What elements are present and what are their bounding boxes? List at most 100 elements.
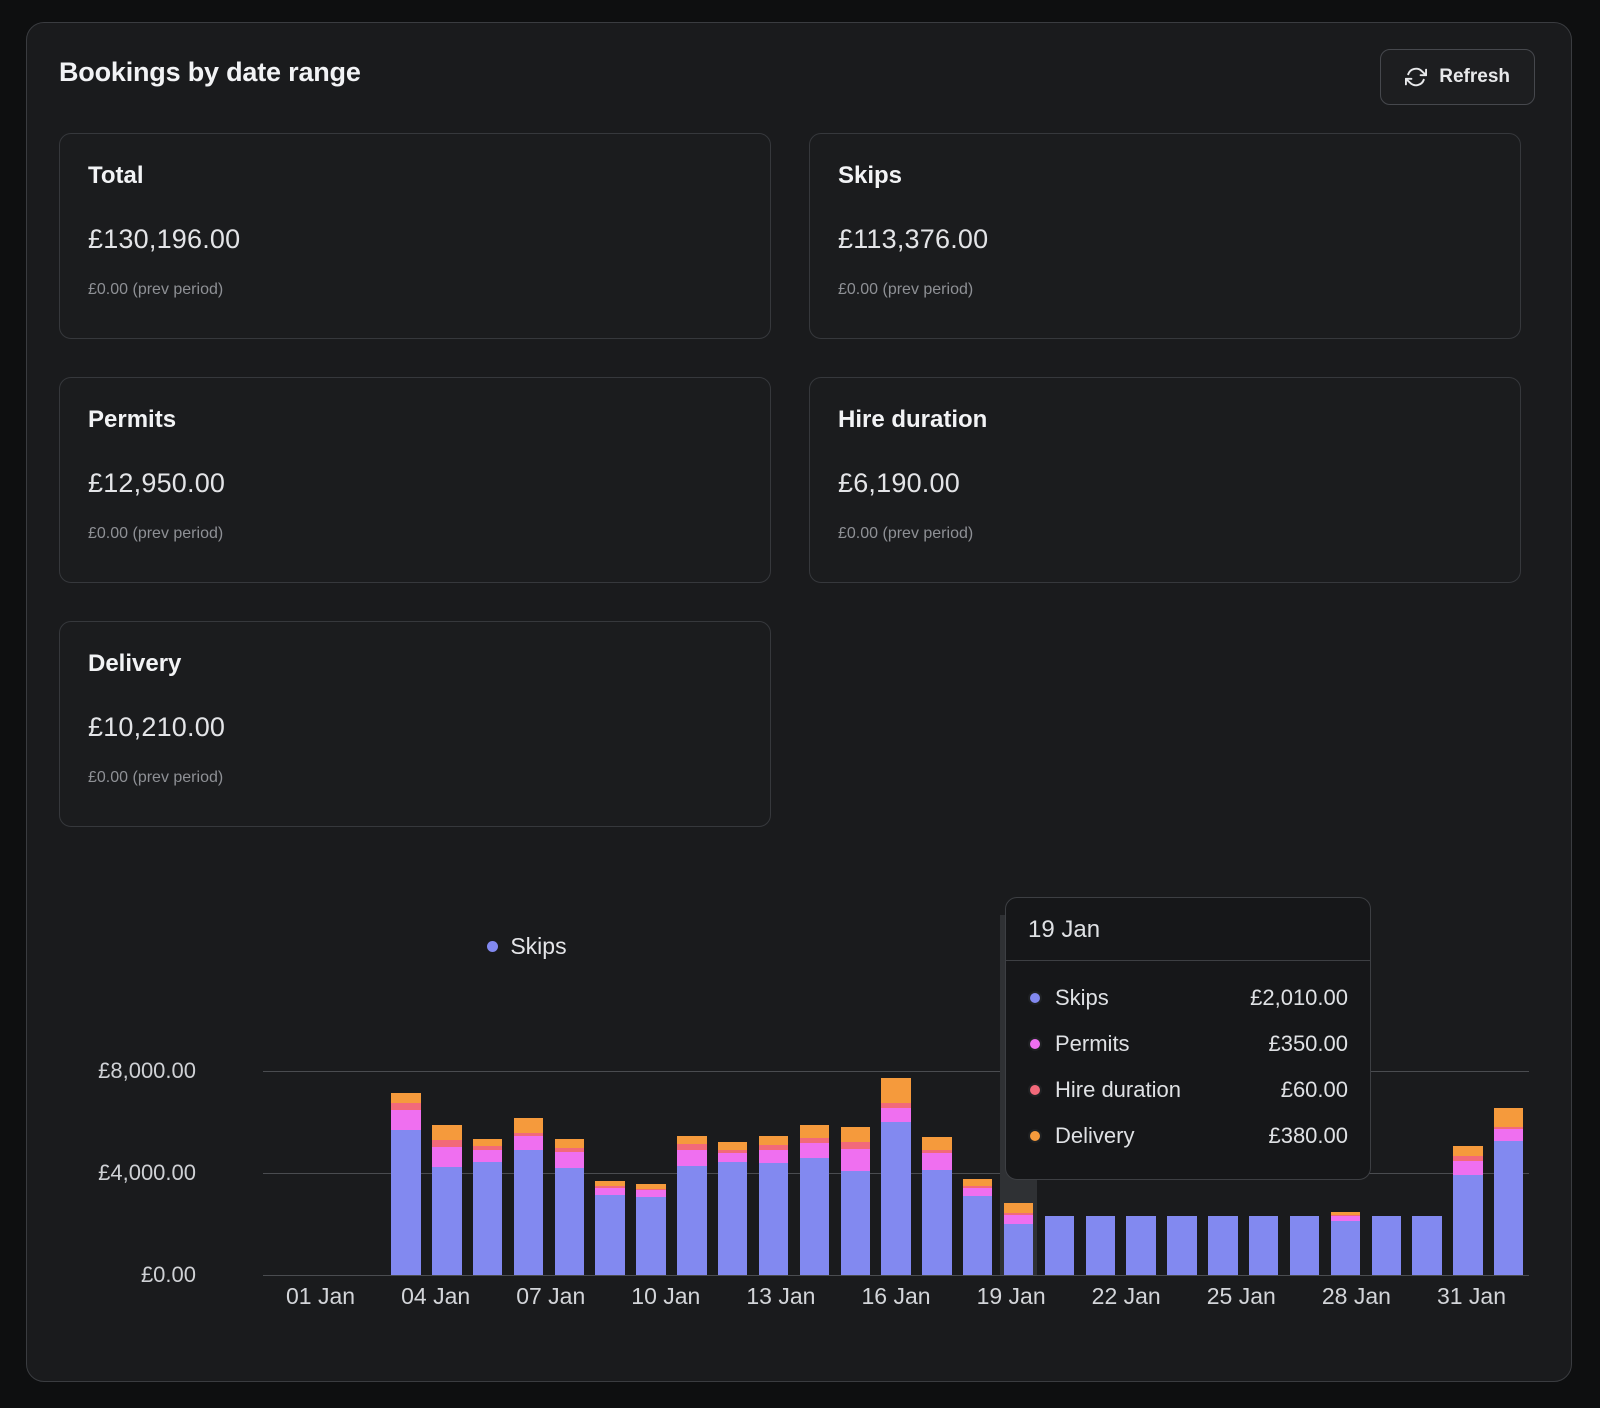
refresh-icon [1405, 66, 1428, 88]
stacked-bar[interactable] [391, 1093, 421, 1275]
y-axis-tick-label: £0.00 [140, 1262, 196, 1287]
stacked-bar[interactable] [472, 1138, 503, 1275]
stacked-bar[interactable] [1289, 1216, 1320, 1275]
stat-card-delivery: Delivery £10,210.00 £0.00 (prev period) [59, 621, 771, 827]
stacked-bar[interactable] [677, 1135, 707, 1275]
stacked-bar[interactable] [1208, 1216, 1238, 1275]
bar-column[interactable] [876, 1045, 917, 1275]
bar-segment-skips [1330, 1220, 1361, 1275]
bar-segment-skips [1371, 1216, 1401, 1275]
bar-segment-skips [1453, 1174, 1483, 1275]
bar-segment-permits [758, 1149, 789, 1163]
stat-card-total: Total £130,196.00 £0.00 (prev period) [59, 133, 771, 339]
x-axis-tick-label: 04 Jan [401, 1283, 471, 1309]
bar-column[interactable] [671, 1045, 712, 1275]
bar-column[interactable] [1407, 1045, 1448, 1275]
bar-column[interactable] [957, 1045, 998, 1275]
bar-column[interactable] [1488, 1045, 1529, 1275]
stacked-bar[interactable] [922, 1136, 952, 1275]
stacked-bar[interactable] [758, 1135, 789, 1275]
bar-segment-skips [472, 1161, 503, 1275]
legend-item-skips[interactable]: Skips [487, 933, 567, 960]
stacked-bar[interactable] [636, 1183, 666, 1275]
bar-column[interactable] [345, 1045, 386, 1275]
bar-segment-permits [799, 1143, 830, 1158]
tooltip-series-value: £350.00 [1268, 1031, 1348, 1056]
stacked-bar[interactable] [1044, 1216, 1075, 1275]
bar-segment-permits [513, 1135, 544, 1151]
page-root: Bookings by date range Refresh Total £13… [0, 0, 1600, 1408]
bar-segment-permits [1003, 1214, 1034, 1224]
bar-segment-permits [432, 1146, 462, 1167]
tooltip-row: Hire duration £60.00 [1028, 1067, 1348, 1113]
stacked-bar[interactable] [840, 1127, 870, 1275]
bar-segment-permits [677, 1150, 707, 1167]
x-axis-tick-label: 16 Jan [861, 1283, 931, 1309]
bar-segment-delivery [677, 1135, 707, 1145]
stacked-bar[interactable] [595, 1180, 625, 1275]
stacked-bar[interactable] [1412, 1216, 1442, 1275]
stacked-bar[interactable] [963, 1179, 993, 1275]
stacked-bar[interactable] [1371, 1216, 1401, 1275]
stacked-bar[interactable] [1494, 1108, 1524, 1275]
bar-segment-permits [963, 1187, 993, 1197]
stat-card-permits: Permits £12,950.00 £0.00 (prev period) [59, 377, 771, 583]
bar-column[interactable] [590, 1045, 631, 1275]
stacked-bar[interactable] [1248, 1216, 1279, 1275]
bar-segment-skips [758, 1162, 789, 1275]
bar-segment-delivery [554, 1139, 585, 1148]
stacked-bar[interactable] [554, 1139, 585, 1275]
stacked-bar[interactable] [1167, 1216, 1197, 1275]
stacked-bar[interactable] [1085, 1216, 1115, 1275]
bar-segment-permits [922, 1153, 952, 1171]
bar-column[interactable] [794, 1045, 835, 1275]
stacked-bar[interactable] [513, 1117, 544, 1275]
bar-column[interactable] [753, 1045, 794, 1275]
bar-segment-skips [718, 1161, 748, 1275]
stat-card-prev: £0.00 (prev period) [838, 281, 974, 298]
bar-column[interactable] [549, 1045, 590, 1275]
bar-segment-skips [1208, 1216, 1238, 1275]
chart-x-axis: 01 Jan 04 Jan 07 Jan 10 Jan 13 Jan 16 Jan 19 J… [263, 1283, 1529, 1310]
bar-column[interactable] [1366, 1045, 1407, 1275]
bar-segment-skips [1248, 1216, 1279, 1275]
bar-column[interactable] [304, 1045, 345, 1275]
bar-segment-skips [677, 1166, 707, 1275]
bar-column[interactable] [386, 1045, 427, 1275]
stat-card-title: Skips [838, 162, 903, 189]
bar-column[interactable] [508, 1045, 549, 1275]
x-axis-tick-label: 07 Jan [516, 1283, 586, 1309]
gridline [263, 1275, 1529, 1276]
stacked-bar[interactable] [1453, 1146, 1483, 1275]
refresh-button[interactable]: Refresh [1380, 49, 1535, 105]
bar-column[interactable] [631, 1045, 672, 1275]
bar-column[interactable] [467, 1045, 508, 1275]
bar-column[interactable] [426, 1045, 467, 1275]
stacked-bar[interactable] [1330, 1211, 1361, 1275]
stacked-bar[interactable] [432, 1125, 462, 1275]
bar-column[interactable] [712, 1045, 753, 1275]
bar-segment-permits [840, 1148, 870, 1171]
tooltip-row: Delivery £380.00 [1028, 1113, 1348, 1159]
bar-column[interactable] [263, 1045, 304, 1275]
stacked-bar[interactable] [718, 1142, 748, 1275]
tooltip-series-label: Permits [1055, 1031, 1130, 1056]
bar-segment-hire-duration [432, 1139, 462, 1147]
stacked-bar[interactable] [1126, 1216, 1156, 1275]
stat-card-value: £130,196.00 [88, 224, 241, 254]
stacked-bar[interactable] [799, 1124, 830, 1275]
stacked-bar[interactable] [1003, 1203, 1034, 1275]
x-axis-tick-label: 25 Jan [1206, 1283, 1276, 1309]
bar-segment-delivery [922, 1136, 952, 1151]
bar-segment-delivery [1003, 1203, 1034, 1214]
stacked-bar[interactable] [881, 1078, 911, 1275]
legend-dot-skips [487, 941, 499, 952]
bar-segment-delivery [758, 1135, 789, 1145]
bar-segment-skips [391, 1130, 421, 1275]
bar-column[interactable] [835, 1045, 876, 1275]
x-axis-tick-label: 10 Jan [631, 1283, 701, 1309]
bar-segment-skips [881, 1121, 911, 1275]
bar-column[interactable] [917, 1045, 958, 1275]
tooltip-row: Skips £2,010.00 [1028, 975, 1348, 1021]
bar-column[interactable] [1447, 1045, 1488, 1275]
